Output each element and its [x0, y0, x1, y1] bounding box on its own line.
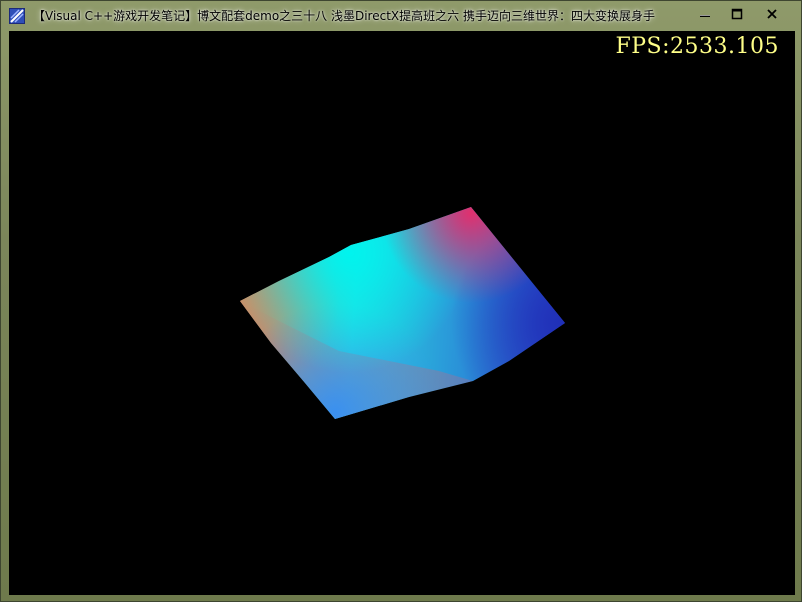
- app-window: 【Visual C++游戏开发笔记】博文配套demo之三十八 浅墨DirectX…: [0, 0, 802, 602]
- maximize-button[interactable]: [723, 4, 751, 24]
- render-viewport[interactable]: FPS:2533.105: [9, 31, 795, 595]
- title-bar[interactable]: 【Visual C++游戏开发笔记】博文配套demo之三十八 浅墨DirectX…: [1, 1, 801, 31]
- minimize-icon: [699, 5, 711, 24]
- minimize-button[interactable]: [691, 4, 719, 24]
- window-title: 【Visual C++游戏开发笔记】博文配套demo之三十八 浅墨DirectX…: [33, 9, 655, 23]
- fps-counter: FPS:2533.105: [615, 34, 779, 59]
- directx-app-icon[interactable]: [9, 8, 25, 24]
- close-button[interactable]: [757, 4, 787, 24]
- rendered-mesh: [240, 207, 565, 419]
- maximize-icon: [731, 5, 743, 24]
- close-icon: [766, 5, 778, 24]
